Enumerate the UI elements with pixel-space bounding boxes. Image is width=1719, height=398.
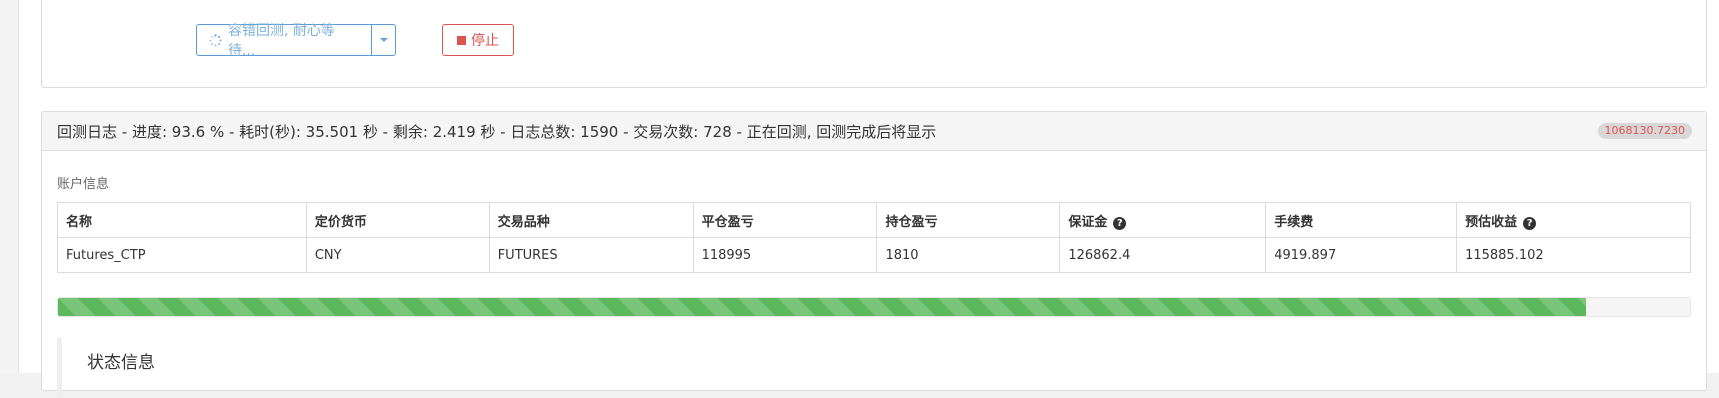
caret-down-icon: [379, 38, 388, 42]
col-estimated-profit: 预估收益?: [1456, 202, 1691, 238]
col-margin-label: 保证金: [1068, 214, 1108, 230]
question-circle-icon[interactable]: ?: [1113, 216, 1127, 230]
account-table: 名称 定价货币 交易品种 平仓盈亏 持仓盈亏 保证金? 手续费 预估收益? Fu…: [57, 202, 1691, 273]
stop-button[interactable]: 停止: [442, 24, 514, 56]
col-currency-label: 定价货币: [314, 214, 367, 230]
log-header-text: 回测日志 - 进度: 93.6 % - 耗时(秒): 35.501 秒 - 剩余…: [57, 122, 937, 141]
col-name-label: 名称: [66, 214, 93, 230]
col-position-pnl-label: 持仓盈亏: [885, 214, 938, 230]
cell-name: Futures_CTP: [57, 237, 307, 273]
value-badge: 1068130.7230: [1597, 123, 1692, 139]
cell-margin: 126862.4: [1059, 237, 1267, 273]
run-options-dropdown-toggle[interactable]: [371, 24, 396, 56]
spinner-icon: [209, 33, 222, 47]
cell-position-pnl: 1810: [876, 237, 1061, 273]
cell-estimated-profit: 115885.102: [1456, 237, 1691, 273]
running-button-label: 容错回测, 耐心等待...: [228, 23, 335, 59]
col-instrument: 交易品种: [488, 202, 694, 238]
cell-fee: 4919.897: [1265, 237, 1458, 273]
run-button-group: 容错回测, 耐心等待...: [196, 23, 396, 59]
col-closed-pnl-label: 平仓盈亏: [701, 214, 754, 230]
status-info-section: 状态信息: [57, 338, 1691, 398]
question-circle-icon[interactable]: ?: [1523, 216, 1537, 230]
account-info-label: 账户信息: [57, 177, 110, 192]
col-currency: 定价货币: [305, 202, 490, 238]
col-fee: 手续费: [1265, 202, 1458, 238]
progress-bar-track: [57, 297, 1691, 317]
backtest-log-panel: 回测日志 - 进度: 93.6 % - 耗时(秒): 35.501 秒 - 剩余…: [41, 111, 1707, 398]
status-info-title: 状态信息: [87, 353, 155, 373]
backtest-running-button[interactable]: 容错回测, 耐心等待...: [196, 23, 372, 59]
col-estimated-profit-label: 预估收益: [1465, 214, 1518, 230]
cell-currency: CNY: [305, 237, 490, 273]
col-instrument-label: 交易品种: [497, 214, 550, 230]
col-position-pnl: 持仓盈亏: [876, 202, 1061, 238]
cell-closed-pnl: 118995: [692, 237, 878, 273]
col-margin: 保证金?: [1059, 202, 1267, 238]
table-header-row: 名称 定价货币 交易品种 平仓盈亏 持仓盈亏 保证金? 手续费 预估收益?: [57, 202, 1691, 238]
cell-instrument: FUTURES: [488, 237, 694, 273]
stop-icon: [457, 35, 466, 45]
stop-button-label: 停止: [471, 33, 499, 49]
left-sidebar-strip: [0, 0, 19, 373]
table-row: Futures_CTP CNY FUTURES 118995 1810 1268…: [57, 237, 1691, 273]
col-closed-pnl: 平仓盈亏: [692, 202, 878, 238]
progress-bar-fill: [58, 298, 1586, 316]
control-panel: 容错回测, 耐心等待... 停止: [41, 0, 1707, 88]
col-name: 名称: [57, 202, 307, 238]
log-header: 回测日志 - 进度: 93.6 % - 耗时(秒): 35.501 秒 - 剩余…: [42, 112, 1706, 151]
col-fee-label: 手续费: [1274, 214, 1314, 230]
